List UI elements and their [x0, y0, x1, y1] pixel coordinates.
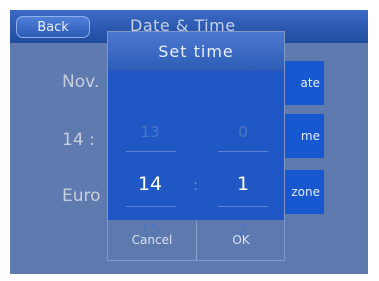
- hour-selection-line-bottom: [126, 206, 176, 207]
- back-button[interactable]: Back: [16, 16, 90, 38]
- minute-selection-line-top: [218, 151, 268, 152]
- set-time-dialog: Set time 13 14 15 : 0 1 2 Cancel OK: [107, 31, 285, 261]
- hour-selection-line-top: [126, 151, 176, 152]
- timezone-value-text: Euro: [62, 186, 101, 206]
- time-value-text: 14 :: [62, 130, 95, 150]
- dialog-title: Set time: [108, 32, 284, 71]
- time-separator: :: [193, 176, 199, 194]
- ok-button[interactable]: OK: [197, 221, 285, 260]
- hour-prev-value[interactable]: 13: [130, 123, 170, 141]
- hour-current-value[interactable]: 14: [130, 173, 170, 195]
- screen: Back Date & Time Nov. ate 14 : me Euro z…: [10, 10, 368, 274]
- cancel-button[interactable]: Cancel: [108, 221, 196, 260]
- date-value-text: Nov.: [62, 72, 100, 92]
- minute-current-value[interactable]: 1: [223, 173, 263, 195]
- minute-selection-line-bottom: [218, 206, 268, 207]
- time-picker: 13 14 15 : 0 1 2: [108, 71, 284, 239]
- minute-prev-value[interactable]: 0: [223, 123, 263, 141]
